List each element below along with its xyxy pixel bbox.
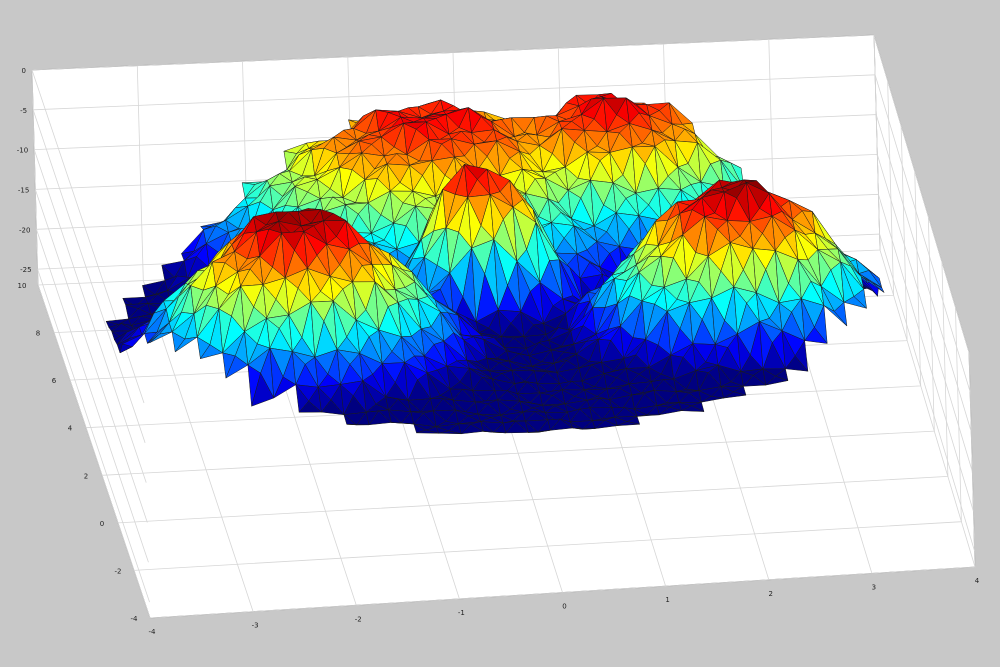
z-tick-label: 0 xyxy=(22,67,26,75)
z-tick-label: -10 xyxy=(17,147,28,155)
y-tick-label: -2 xyxy=(115,567,122,575)
y-tick-label: 10 xyxy=(18,282,27,290)
surface-plot-figure: -4 -3 -2 -1 0 1 2 3 4 10 8 6 4 2 0 -2 -4 0 -5 -10 -15 -20 -25 xyxy=(0,0,1000,667)
z-tick-label: -20 xyxy=(19,226,30,234)
x-tick-label: -3 xyxy=(252,622,259,630)
surface-plot: -4-3-2-1012341086420-2-40-5-10-15-20-25 xyxy=(17,34,980,636)
y-tick-label: 8 xyxy=(36,330,40,338)
x-tick-label: -2 xyxy=(355,615,362,623)
x-tick-label: 0 xyxy=(562,603,566,611)
x-tick-label: 1 xyxy=(665,596,669,604)
y-tick-label: 2 xyxy=(84,472,88,480)
y-tick-label: 4 xyxy=(68,425,73,433)
x-tick-label: -1 xyxy=(458,609,465,617)
z-tick-label: -15 xyxy=(18,186,29,194)
z-tick-label: -25 xyxy=(20,266,31,274)
x-tick-label: -4 xyxy=(149,628,157,636)
x-tick-label: 2 xyxy=(769,590,773,598)
y-tick-label: 6 xyxy=(52,377,57,385)
y-tick-label: 0 xyxy=(100,520,104,528)
x-tick-label: 4 xyxy=(975,577,980,585)
x-tick-label: 3 xyxy=(872,583,876,591)
z-tick-label: -5 xyxy=(20,107,27,115)
y-tick-label: -4 xyxy=(131,615,139,623)
